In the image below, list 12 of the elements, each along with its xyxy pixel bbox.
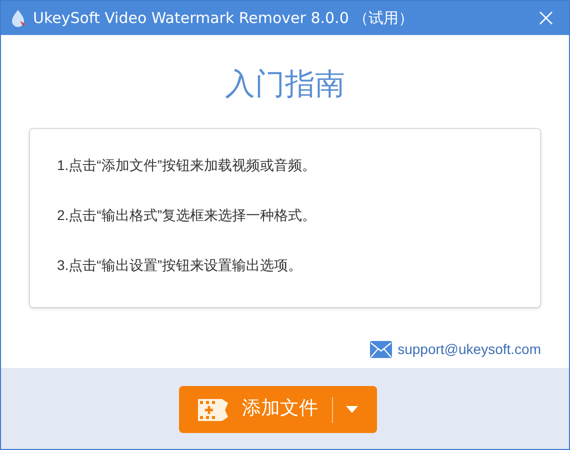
page-heading: 入门指南 <box>224 67 346 103</box>
add-file-button[interactable]: 添加文件 <box>179 386 377 433</box>
app-logo-icon <box>9 9 27 27</box>
close-icon[interactable] <box>539 11 553 25</box>
support-email-link[interactable]: support@ukeysoft.com <box>398 339 541 360</box>
window-title: UkeySoft Video Watermark Remover 8.0.0 （试用） <box>33 8 414 29</box>
instruction-step: 3.点击“输出设置”按钮来设置输出选项。 <box>57 255 540 275</box>
dropdown-caret-icon[interactable] <box>346 406 358 413</box>
instruction-step: 1.点击“添加文件”按钮来加载视频或音频。 <box>57 155 540 175</box>
film-add-icon <box>198 398 228 420</box>
mail-icon <box>370 341 392 358</box>
instruction-step: 2.点击“输出格式”复选框来选择一种格式。 <box>57 205 540 225</box>
